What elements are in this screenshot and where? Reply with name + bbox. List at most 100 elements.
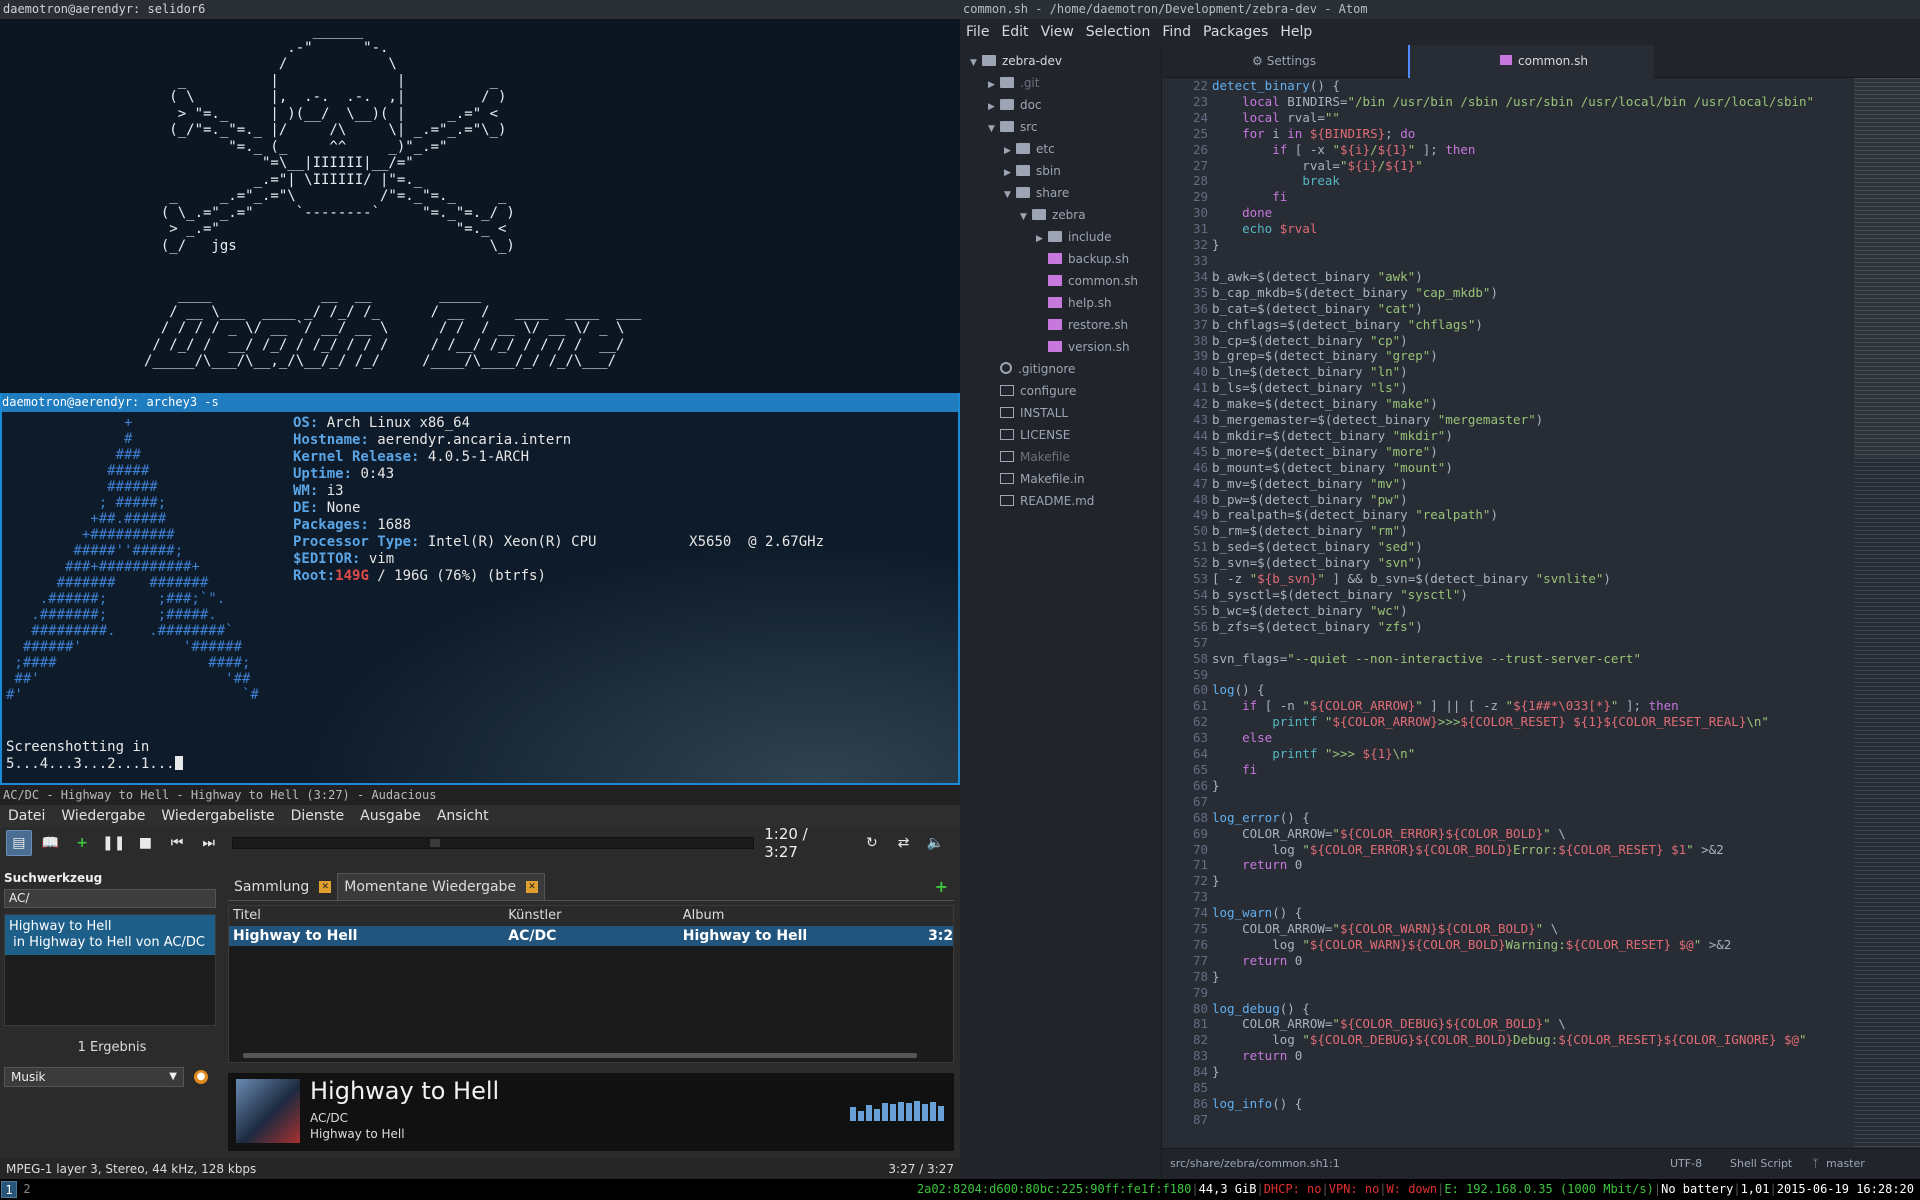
add-files-icon[interactable]: + <box>69 830 95 856</box>
wlan-status: W: down <box>1386 1182 1438 1196</box>
tree-item-src[interactable]: ▼ src <box>960 116 1161 138</box>
menu-file[interactable]: File <box>966 19 989 45</box>
column-kuenstler[interactable]: Künstler <box>504 906 679 926</box>
seek-slider[interactable] <box>231 837 755 849</box>
tree-item-license[interactable]: LICENSE <box>960 424 1161 446</box>
tree-item-makefile-in[interactable]: Makefile.in <box>960 468 1161 490</box>
vis-bar <box>890 1104 896 1121</box>
close-icon[interactable]: ✕ <box>526 881 539 893</box>
sysinfo-row: Processor Type: Intel(R) Xeon(R) CPU X56… <box>293 534 824 551</box>
book-icon <box>1000 495 1014 506</box>
workspace-1-button[interactable]: 1 <box>1 1181 17 1198</box>
playlist-pane: Sammlung ✕ Momentane Wiedergabe ✕ + Titel … <box>228 871 954 1151</box>
table-row[interactable]: Highway to Hell AC/DC Highway to Hell 3:… <box>229 926 953 946</box>
ascii-art: ______ .-" "-. / \ _ | | _ ( \ |, .-. .-… <box>144 23 642 369</box>
tree-item-etc[interactable]: ▶ etc <box>960 138 1161 160</box>
terminal-archey[interactable]: daemotron@aerendyr: archey3 -s + # ### #… <box>0 393 960 785</box>
status-file-path[interactable]: src/share/zebra/common.sh <box>1170 1149 1323 1179</box>
menu-view[interactable]: View <box>1041 19 1074 45</box>
status-encoding[interactable]: UTF-8 <box>1670 1149 1702 1179</box>
tree-label: LICENSE <box>1020 428 1071 442</box>
volume-icon[interactable]: 🔈 <box>922 830 948 856</box>
tree-item-sbin[interactable]: ▶ sbin <box>960 160 1161 182</box>
sysinfo-value: Intel(R) Xeon(R) CPU X5650 @ 2.67GHz <box>419 534 825 550</box>
tab-label: Sammlung <box>234 879 310 895</box>
tree-item-git[interactable]: ▶ .git <box>960 72 1161 94</box>
i3-status-bar: 1 2 2a02:8204:d600:80bc:225:90ff:fe1f:f1… <box>0 1179 1920 1200</box>
menu-wiedergabe[interactable]: Wiedergabe <box>61 805 145 827</box>
tree-root[interactable]: ▼ zebra-dev <box>960 50 1161 72</box>
tree-item-common[interactable]: common.sh <box>960 270 1161 292</box>
tree-label: Makefile.in <box>1020 472 1085 486</box>
code-editor[interactable]: 22 23 24 25 26 27 28 29 30 31 32 33 34 3… <box>1162 78 1920 1148</box>
tree-label: .git <box>1020 76 1040 90</box>
file-icon <box>1000 451 1014 462</box>
workspace-2-button[interactable]: 2 <box>19 1181 35 1198</box>
tab-settings[interactable]: ⚙ Settings <box>1162 45 1408 78</box>
tree-item-zebra[interactable]: ▼ zebra <box>960 204 1161 226</box>
menu-datei[interactable]: Datei <box>8 805 45 827</box>
shuffle-icon[interactable]: ⇄ <box>891 830 917 856</box>
column-titel[interactable]: Titel <box>229 906 504 926</box>
tree-label: src <box>1020 120 1038 134</box>
chevron-down-icon: ▼ <box>169 1071 177 1082</box>
playback-time: 1:20 / 3:27 <box>764 825 808 861</box>
seek-knob[interactable] <box>429 839 440 847</box>
tree-item-version[interactable]: version.sh <box>960 336 1161 358</box>
tree-label: share <box>1036 186 1070 200</box>
menu-packages[interactable]: Packages <box>1203 19 1268 45</box>
minimap-viewport[interactable] <box>1854 78 1920 458</box>
refresh-icon[interactable]: ● <box>194 1070 208 1084</box>
tree-item-readme[interactable]: README.md <box>960 490 1161 512</box>
stop-icon[interactable]: ■ <box>133 830 159 856</box>
tree-item-makefile[interactable]: Makefile <box>960 446 1161 468</box>
tree-item-doc[interactable]: ▶ doc <box>960 94 1161 116</box>
repeat-icon[interactable]: ↻ <box>859 830 885 856</box>
tree-item-share[interactable]: ▼ share <box>960 182 1161 204</box>
sysinfo-key: Kernel Release: <box>293 449 420 465</box>
tree-item-include[interactable]: ▶ include <box>960 226 1161 248</box>
library-select[interactable]: Musik ▼ <box>4 1067 184 1087</box>
shell-file-icon <box>1048 319 1062 330</box>
menu-find[interactable]: Find <box>1162 19 1191 45</box>
menu-ansicht[interactable]: Ansicht <box>437 805 489 827</box>
tab-momentane-wiedergabe[interactable]: Momentane Wiedergabe ✕ <box>337 873 546 900</box>
pause-icon[interactable]: ❚❚ <box>101 830 127 856</box>
new-playlist-icon[interactable]: + <box>935 877 948 896</box>
status-branch[interactable]: master <box>1826 1149 1865 1179</box>
tree-item-install[interactable]: INSTALL <box>960 402 1161 424</box>
tab-sammlung[interactable]: Sammlung ✕ <box>228 874 337 900</box>
menu-selection[interactable]: Selection <box>1086 19 1151 45</box>
status-grammar[interactable]: Shell Script <box>1730 1149 1792 1179</box>
menu-edit[interactable]: Edit <box>1001 19 1028 45</box>
previous-icon[interactable]: ⏮ <box>164 830 190 856</box>
sysinfo-row-root: Root:149G / 196G (76%) (btrfs) <box>293 568 824 585</box>
tree-item-backup[interactable]: backup.sh <box>960 248 1161 270</box>
open-files-icon[interactable]: 📖 <box>38 830 64 856</box>
row-album: Highway to Hell <box>682 928 808 944</box>
tree-item-help[interactable]: help.sh <box>960 292 1161 314</box>
close-icon[interactable]: ✕ <box>319 881 332 893</box>
minimap[interactable] <box>1854 78 1920 1148</box>
status-cursor-position[interactable]: 1:1 <box>1322 1149 1340 1179</box>
folder-icon <box>1016 143 1030 154</box>
code-content[interactable]: detect_binary() { local BINDIRS="/bin /u… <box>1212 78 1856 1112</box>
menu-dienste[interactable]: Dienste <box>291 805 345 827</box>
terminal-title: daemotron@aerendyr: selidor6 <box>0 0 960 19</box>
terminal-selidor6[interactable]: daemotron@aerendyr: selidor6 ______ .-" … <box>0 0 960 393</box>
tree-item-gitignore[interactable]: .gitignore <box>960 358 1161 380</box>
horizontal-scrollbar[interactable] <box>243 1053 917 1058</box>
next-icon[interactable]: ⏭ <box>196 830 222 856</box>
tree-label: help.sh <box>1068 296 1112 310</box>
tab-common-sh[interactable]: common.sh <box>1408 45 1654 78</box>
search-result-item[interactable]: Highway to Hell in Highway to Hell von A… <box>5 915 215 955</box>
menu-help[interactable]: Help <box>1280 19 1312 45</box>
menu-wiedergabeliste[interactable]: Wiedergabeliste <box>161 805 274 827</box>
column-album[interactable]: Album <box>679 906 928 926</box>
menu-ausgabe[interactable]: Ausgabe <box>360 805 421 827</box>
tree-item-configure[interactable]: configure <box>960 380 1161 402</box>
row-title: Highway to Hell <box>233 928 358 944</box>
search-input[interactable]: AC/ <box>4 889 216 908</box>
tree-item-restore[interactable]: restore.sh <box>960 314 1161 336</box>
search-tool-icon[interactable]: ▤ <box>6 830 32 856</box>
